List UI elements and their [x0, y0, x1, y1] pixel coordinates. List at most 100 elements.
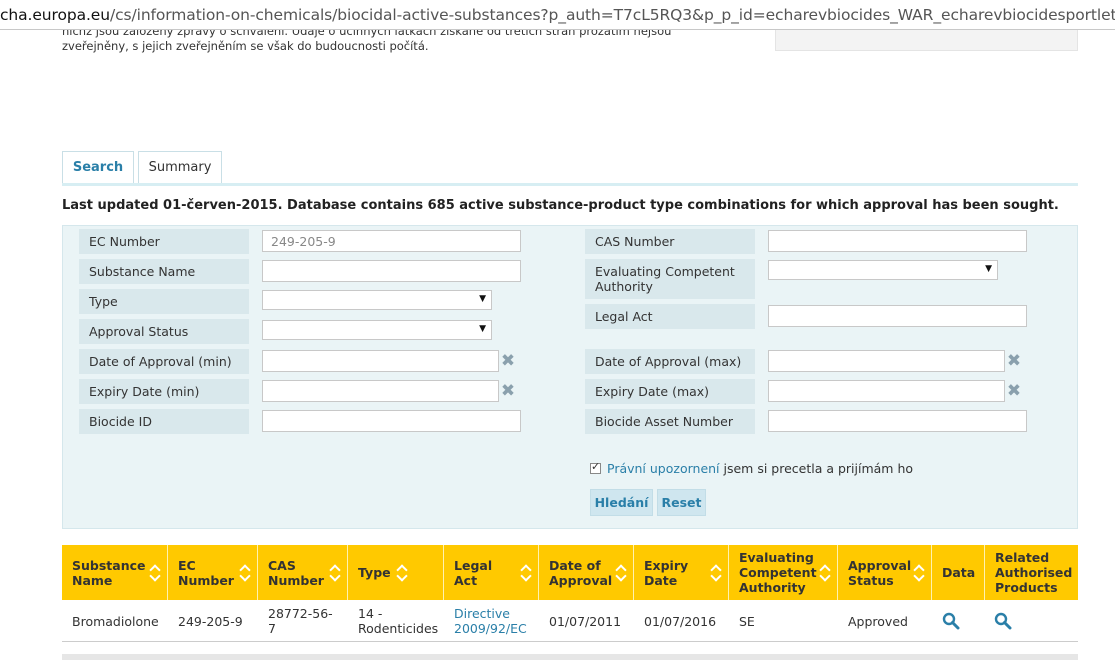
col-date-of-approval[interactable]: Date of Approval	[539, 545, 634, 600]
biocide-id-input[interactable]	[262, 410, 521, 432]
col-approval-status[interactable]: Approval Status	[838, 545, 932, 600]
clear-icon[interactable]: ✖	[500, 383, 516, 400]
col-label: Evaluating	[739, 550, 814, 565]
col-label: Competent	[739, 565, 817, 580]
search-button[interactable]: Hledání	[590, 489, 653, 516]
approval-status-select[interactable]: ▼	[262, 320, 492, 340]
tab-divider	[62, 183, 1078, 186]
col-data: Data	[932, 545, 985, 600]
evaluating-authority-label-line2: Authority	[595, 279, 653, 294]
col-expiry-date[interactable]: Expiry Date	[634, 545, 729, 600]
cell-status: Approved	[848, 613, 908, 629]
clear-icon[interactable]: ✖	[1006, 353, 1022, 370]
chevron-down-icon: ▼	[985, 264, 992, 274]
col-label: Date	[644, 572, 678, 588]
legal-checkbox[interactable]	[590, 460, 601, 474]
legal-notice-link[interactable]: Právní upozornení	[607, 461, 720, 476]
chevron-down-icon: ▼	[479, 294, 486, 304]
legal-act-input[interactable]	[768, 305, 1027, 327]
url-bar[interactable]: cha.europa.eu/cs/information-on-chemical…	[0, 0, 1115, 30]
substance-name-input[interactable]	[262, 260, 521, 282]
sort-icon[interactable]	[819, 563, 831, 581]
cell-legal-act[interactable]: Directive 2009/92/EC	[444, 600, 539, 642]
date-approval-min-input[interactable]	[262, 350, 499, 372]
cell-substance-name: Bromadiolone	[72, 613, 159, 629]
cell-date-of-approval: 01/07/2011	[549, 613, 622, 629]
search-icon[interactable]	[942, 612, 960, 630]
url-path: /cs/information-on-chemicals/biocidal-ac…	[109, 6, 1115, 24]
col-evaluating-authority[interactable]: Evaluating Competent Authority	[729, 545, 838, 600]
col-substance-name[interactable]: Substance Name	[62, 545, 168, 600]
sort-icon[interactable]	[710, 563, 722, 581]
col-ec-number[interactable]: EC Number	[168, 545, 258, 600]
evaluating-authority-select[interactable]: ▼	[768, 260, 998, 280]
cell-legal-line1: Directive	[454, 606, 510, 621]
col-label: Authority	[739, 580, 806, 595]
last-updated-text: Last updated 01-červen-2015. Database co…	[62, 198, 1059, 213]
tab-summary[interactable]: Summary	[138, 151, 222, 184]
approval-status-label: Approval Status	[79, 319, 249, 344]
sort-icon[interactable]	[615, 563, 627, 581]
col-label: Expiry	[644, 557, 689, 573]
biocide-id-label: Biocide ID	[79, 409, 249, 434]
col-label: Data	[942, 565, 976, 580]
col-label: Name	[72, 572, 113, 588]
cell-ec-number: 249-205-9	[178, 613, 243, 629]
expiry-max-input[interactable]	[768, 380, 1005, 402]
biocide-asset-label: Biocide Asset Number	[585, 409, 755, 434]
substance-name-label: Substance Name	[79, 259, 249, 284]
col-label: Approval	[549, 572, 613, 588]
clear-icon[interactable]: ✖	[500, 353, 516, 370]
date-approval-min-label: Date of Approval (min)	[79, 349, 249, 374]
legal-notice-text: jsem si precetla a prijímám ho	[719, 461, 914, 476]
chevron-down-icon: ▼	[479, 324, 486, 334]
type-select[interactable]: ▼	[262, 290, 492, 310]
intro-line-1: nichž jsou založeny zprávy o schválení. …	[62, 30, 672, 38]
col-label: Legal	[454, 557, 493, 573]
sort-icon[interactable]	[396, 563, 408, 581]
legal-act-link[interactable]: Directive 2009/92/EC	[454, 606, 527, 636]
col-label: Date of	[549, 557, 601, 573]
table-footer-bar	[62, 654, 1078, 660]
col-label: Substance	[72, 557, 146, 573]
col-label: Products	[995, 580, 1058, 595]
sort-icon[interactable]	[149, 563, 161, 581]
ec-number-input[interactable]: 249-205-9	[262, 230, 521, 252]
sort-icon[interactable]	[239, 563, 251, 581]
col-label: Status	[848, 572, 894, 588]
legal-notice-row: Právní upozornení jsem si precetla a pri…	[590, 460, 914, 476]
sort-icon[interactable]	[520, 563, 532, 581]
intro-line-2: zveřejněny, s jejich zveřejněním se však…	[62, 39, 429, 53]
expiry-min-input[interactable]	[262, 380, 499, 402]
col-label: CAS	[268, 557, 296, 573]
biocide-asset-input[interactable]	[768, 410, 1027, 432]
col-label: Approval	[848, 557, 912, 573]
date-approval-max-label: Date of Approval (max)	[585, 349, 755, 374]
cell-cas-line1: 28772-56-	[268, 606, 333, 621]
cell-type-line1: 14 -	[358, 606, 383, 621]
col-cas-number[interactable]: CAS Number	[258, 545, 348, 600]
date-approval-max-input[interactable]	[768, 350, 1005, 372]
col-related-products: Related Authorised Products	[985, 545, 1078, 600]
search-icon[interactable]	[994, 612, 1012, 630]
intro-text: nichž jsou založeny zprávy o schválení. …	[62, 30, 742, 62]
clear-icon[interactable]: ✖	[1006, 383, 1022, 400]
sort-icon[interactable]	[329, 563, 341, 581]
tab-search[interactable]: Search	[62, 151, 134, 184]
col-label: Number	[178, 572, 234, 588]
col-type[interactable]: Type	[348, 545, 444, 600]
evaluating-authority-label-line1: Evaluating Competent	[595, 264, 735, 279]
reset-button[interactable]: Reset	[657, 489, 706, 516]
col-label: Number	[268, 572, 324, 588]
results-table-header: Substance Name EC Number CAS Number Type Le…	[62, 545, 1078, 600]
type-label: Type	[79, 289, 249, 314]
col-label: Act	[454, 572, 478, 588]
col-legal-act[interactable]: Legal Act	[444, 545, 539, 600]
col-label: Type	[358, 565, 391, 580]
sort-icon[interactable]	[913, 563, 925, 581]
col-label: Authorised	[995, 565, 1073, 580]
cas-number-input[interactable]	[768, 230, 1027, 252]
cell-cas-number: 28772-56- 7	[258, 600, 348, 642]
cell-type-line2: Rodenticides	[358, 621, 439, 636]
url-host: cha.europa.eu	[0, 6, 110, 24]
